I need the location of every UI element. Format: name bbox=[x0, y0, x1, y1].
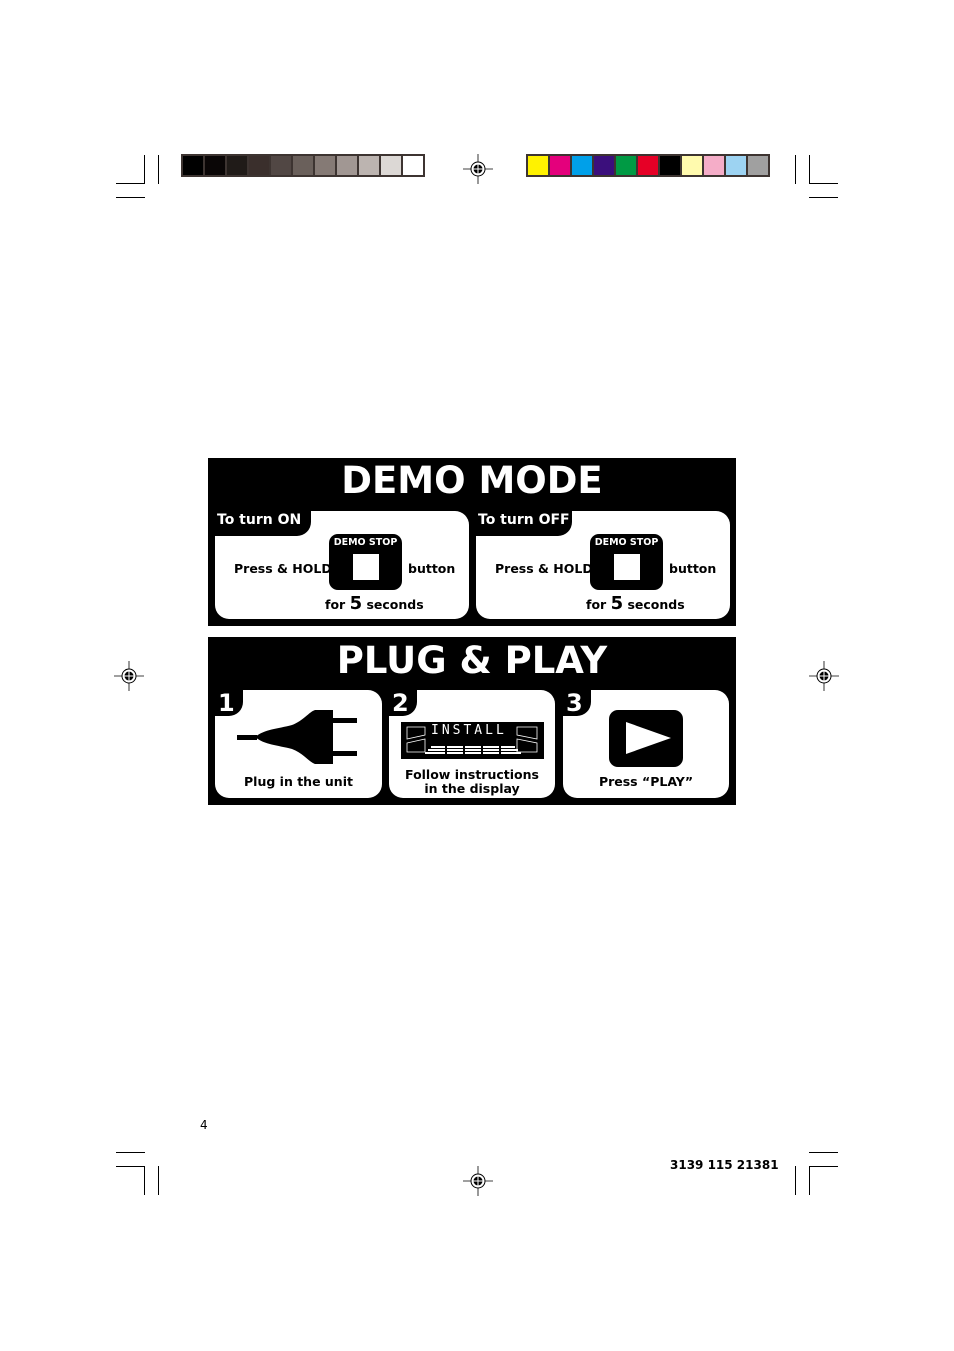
color-swatch bbox=[337, 156, 357, 175]
color-swatch bbox=[704, 156, 724, 175]
color-swatch bbox=[594, 156, 614, 175]
step-number-badge: 2 bbox=[389, 689, 417, 717]
registration-target-icon bbox=[463, 154, 493, 184]
turn-off-tab: To turn OFF bbox=[476, 511, 572, 536]
turn-off-card: To turn OFF Press & HOLD DEMO STOP butto… bbox=[476, 511, 730, 619]
color-swatch bbox=[205, 156, 225, 175]
demo-stop-button: DEMO STOP bbox=[590, 534, 663, 590]
step-caption-line-1: Follow instructions bbox=[405, 767, 539, 782]
button-label: button bbox=[408, 561, 456, 576]
step-card-press-play: 3 Press “PLAY” bbox=[563, 689, 729, 798]
press-hold-label: Press & HOLD bbox=[495, 561, 593, 576]
color-swatch bbox=[227, 156, 247, 175]
lcd-segments-icon bbox=[406, 726, 538, 754]
turn-on-tab: To turn ON bbox=[215, 511, 311, 536]
step-number-badge: 3 bbox=[563, 689, 591, 717]
grayscale-color-bar bbox=[181, 154, 425, 177]
step-number: 2 bbox=[392, 689, 409, 717]
press-hold-label: Press & HOLD bbox=[234, 561, 332, 576]
demo-stop-label: DEMO STOP bbox=[333, 537, 398, 548]
color-swatch bbox=[403, 156, 423, 175]
color-swatch bbox=[682, 156, 702, 175]
seconds-label: seconds bbox=[366, 597, 424, 612]
stop-square-icon bbox=[614, 554, 640, 580]
color-swatch bbox=[528, 156, 548, 175]
step-caption: Plug in the unit bbox=[244, 774, 353, 789]
seconds-value: 5 bbox=[610, 593, 624, 614]
demo-mode-panel: DEMO MODE To turn ON Press & HOLD DEMO S… bbox=[208, 458, 736, 626]
step-caption: Press “PLAY” bbox=[598, 774, 694, 789]
demo-stop-label: DEMO STOP bbox=[594, 537, 659, 548]
for-label: for bbox=[325, 597, 346, 612]
demo-mode-title: DEMO MODE bbox=[341, 459, 603, 502]
demo-stop-button: DEMO STOP bbox=[329, 534, 402, 590]
page-number: 4 bbox=[200, 1118, 208, 1132]
turn-off-label: To turn OFF bbox=[478, 512, 570, 528]
color-swatch bbox=[381, 156, 401, 175]
lcd-display-icon: INSTALL bbox=[401, 722, 544, 759]
power-plug-icon bbox=[237, 710, 357, 764]
for-label: for bbox=[586, 597, 607, 612]
color-swatch bbox=[638, 156, 658, 175]
turn-on-card: To turn ON Press & HOLD DEMO STOP button… bbox=[215, 511, 469, 619]
duration-text: for 5 seconds bbox=[586, 593, 685, 614]
color-swatch bbox=[748, 156, 768, 175]
color-swatch bbox=[726, 156, 746, 175]
color-swatch bbox=[271, 156, 291, 175]
color-swatch bbox=[249, 156, 269, 175]
step-caption: Follow instructions in the display bbox=[389, 768, 555, 796]
step-caption-line-2: in the display bbox=[424, 781, 520, 796]
registration-target-icon bbox=[114, 661, 144, 691]
color-swatch bbox=[293, 156, 313, 175]
stop-square-icon bbox=[353, 554, 379, 580]
play-button-icon bbox=[609, 710, 683, 767]
color-swatch bbox=[660, 156, 680, 175]
step-number: 3 bbox=[566, 689, 583, 717]
document-code: 3139 115 21381 bbox=[670, 1158, 779, 1172]
registration-target-icon bbox=[463, 1166, 493, 1196]
duration-text: for 5 seconds bbox=[325, 593, 424, 614]
color-swatch bbox=[572, 156, 592, 175]
step-card-follow-instructions: 2 INSTALL Follow instructions in the dis… bbox=[389, 689, 555, 798]
seconds-label: seconds bbox=[627, 597, 685, 612]
process-color-bar bbox=[526, 154, 770, 177]
button-label: button bbox=[669, 561, 717, 576]
registration-target-icon bbox=[809, 661, 839, 691]
color-swatch bbox=[359, 156, 379, 175]
step-card-plug-in: 1 Plug in the unit bbox=[215, 689, 382, 798]
step-number: 1 bbox=[218, 689, 235, 717]
seconds-value: 5 bbox=[349, 593, 363, 614]
color-swatch bbox=[183, 156, 203, 175]
turn-on-label: To turn ON bbox=[217, 512, 302, 528]
plug-and-play-title: PLUG & PLAY bbox=[336, 639, 608, 682]
color-swatch bbox=[315, 156, 335, 175]
color-swatch bbox=[616, 156, 636, 175]
plug-and-play-panel: PLUG & PLAY 1 Plug in the unit 2 INSTALL bbox=[208, 637, 736, 805]
color-swatch bbox=[550, 156, 570, 175]
